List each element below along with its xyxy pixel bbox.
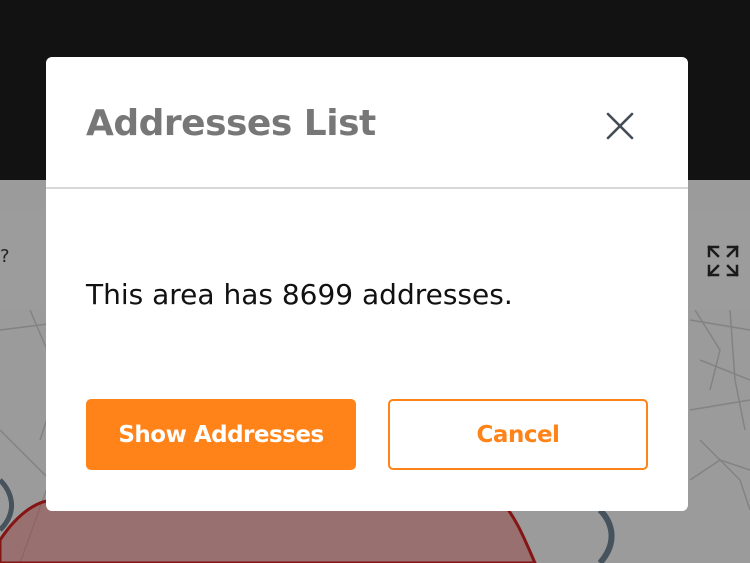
page: ? Addresses List This area has 8699 addr… [0,0,750,563]
dialog-header: Addresses List [46,57,688,189]
addresses-dialog: Addresses List This area has 8699 addres… [46,57,688,511]
cancel-button[interactable]: Cancel [388,399,648,470]
show-addresses-button[interactable]: Show Addresses [86,399,356,470]
dialog-title: Addresses List [86,103,376,144]
close-icon[interactable] [603,109,637,143]
address-count-message: This area has 8699 addresses. [86,278,513,311]
